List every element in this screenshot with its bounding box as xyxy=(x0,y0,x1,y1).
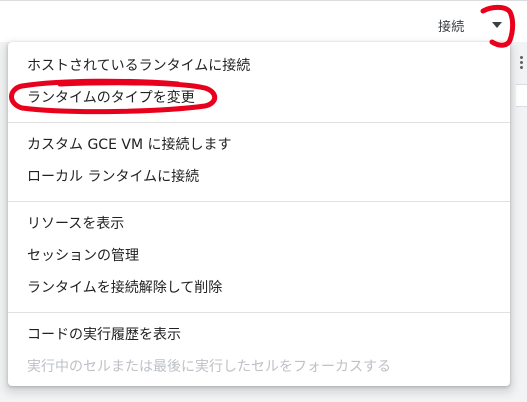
cell-edge xyxy=(516,84,527,107)
runtime-dropdown-menu: ホストされているランタイムに接続 ランタイムのタイプを変更 カスタム GCE V… xyxy=(8,42,510,386)
menu-item-view-execution-history[interactable]: コードの実行履歴を表示 xyxy=(8,319,510,351)
menu-item-change-runtime-type[interactable]: ランタイムのタイプを変更 xyxy=(8,82,510,114)
menu-item-connect-hosted-runtime[interactable]: ホストされているランタイムに接続 xyxy=(8,50,510,82)
menu-item-view-resources[interactable]: リソースを表示 xyxy=(8,208,510,240)
toolbar: 接続 xyxy=(0,0,527,42)
connect-dropdown-button[interactable] xyxy=(484,11,510,37)
triangle-down-icon xyxy=(492,22,502,28)
menu-divider xyxy=(8,201,510,202)
more-options-icon[interactable] xyxy=(517,56,527,72)
menu-item-connect-custom-gce-vm[interactable]: カスタム GCE VM に接続します xyxy=(8,129,510,161)
menu-item-focus-executing-cell: 実行中のセルまたは最後に実行したセルをフォーカスする xyxy=(27,359,391,375)
menu-divider xyxy=(8,312,510,313)
menu-item-connect-local-runtime[interactable]: ローカル ランタイムに接続 xyxy=(8,161,510,193)
menu-item-disconnect-and-delete-runtime[interactable]: ランタイムを接続解除して削除 xyxy=(8,272,510,304)
colab-runtime-page: 接続 ホストされているランタイムに接続 ランタイムのタイプを変更 カスタム GC… xyxy=(0,0,527,402)
connect-button[interactable]: 接続 xyxy=(438,16,464,35)
menu-divider xyxy=(8,122,510,123)
menu-item-manage-sessions[interactable]: セッションの管理 xyxy=(8,240,510,272)
